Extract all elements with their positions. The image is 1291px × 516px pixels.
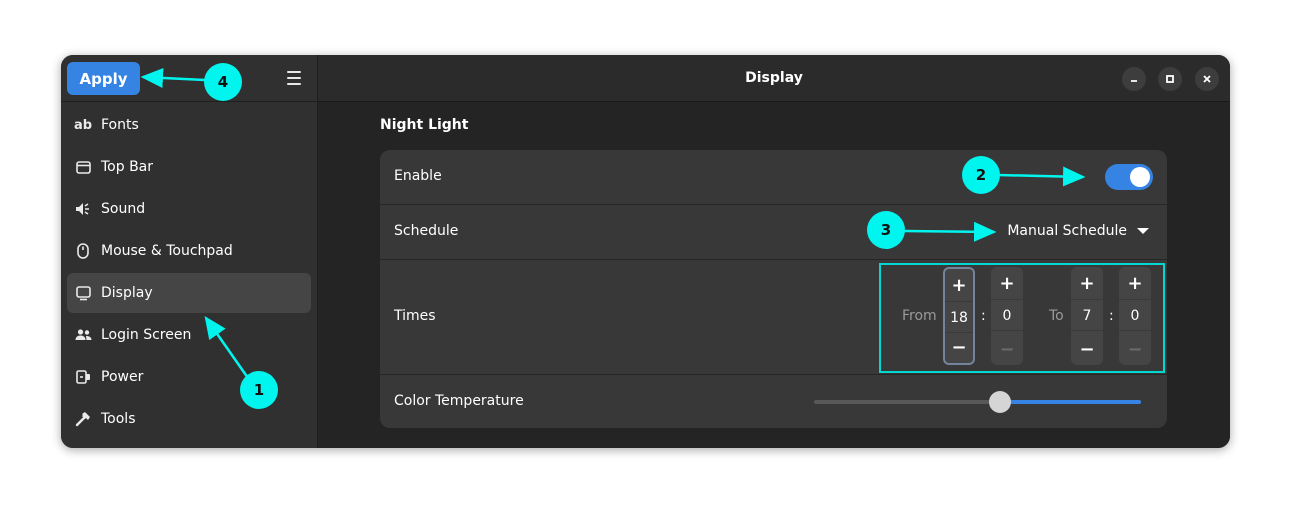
enable-label: Enable	[394, 168, 442, 184]
mouse-icon	[74, 242, 92, 260]
annotation-callout-3: 3	[867, 211, 905, 249]
sidebar-item-fonts[interactable]: ab Fonts	[67, 105, 311, 145]
sidebar-item-mouse-touchpad[interactable]: Mouse & Touchpad	[67, 231, 311, 271]
color-temperature-slider[interactable]	[814, 391, 1141, 413]
plug-icon	[74, 368, 92, 386]
monitor-icon	[74, 284, 92, 302]
maximize-button[interactable]	[1158, 67, 1182, 91]
users-icon	[74, 326, 92, 344]
minimize-button[interactable]	[1122, 67, 1146, 91]
header-bar: Display	[318, 55, 1230, 102]
sidebar-item-tools[interactable]: Tools	[67, 399, 311, 439]
schedule-dropdown[interactable]: Manual Schedule	[1007, 223, 1149, 239]
sidebar-item-top-bar[interactable]: Top Bar	[67, 147, 311, 187]
sidebar-item-label: Mouse & Touchpad	[101, 243, 233, 259]
sidebar-item-label: Display	[101, 285, 153, 301]
page-title: Display	[745, 70, 803, 86]
sidebar-item-label: Sound	[101, 201, 146, 217]
schedule-value: Manual Schedule	[1007, 223, 1127, 239]
speaker-icon	[74, 200, 92, 218]
hammer-icon	[74, 410, 92, 428]
slider-fill	[1000, 400, 1141, 404]
sidebar-item-login-screen[interactable]: Login Screen	[67, 315, 311, 355]
minimize-icon	[1131, 80, 1137, 82]
close-icon	[1203, 75, 1211, 83]
sidebar-item-label: Fonts	[101, 117, 139, 133]
section-title: Night Light	[380, 117, 469, 133]
sidebar-item-label: Tools	[101, 411, 136, 427]
sidebar-nav: ab Fonts Top Bar Sound Mouse & Touchpad	[61, 105, 317, 441]
enable-toggle[interactable]	[1105, 164, 1153, 190]
sidebar: Apply ab Fonts Top Bar Sound Mouse & Tou…	[61, 55, 318, 448]
annotation-callout-1: 1	[240, 371, 278, 409]
sidebar-item-display[interactable]: Display	[67, 273, 311, 313]
sidebar-item-label: Top Bar	[101, 159, 154, 175]
annotation-callout-4: 4	[204, 63, 242, 101]
color-temperature-label: Color Temperature	[394, 393, 524, 409]
sidebar-header: Apply	[61, 55, 317, 102]
color-temperature-row: Color Temperature	[380, 375, 1167, 428]
apply-button[interactable]: Apply	[67, 62, 140, 95]
schedule-label: Schedule	[394, 223, 459, 239]
sidebar-item-label: Power	[101, 369, 144, 385]
sidebar-item-label: Login Screen	[101, 327, 192, 343]
ab-text-icon: ab	[73, 117, 93, 133]
times-label: Times	[394, 308, 436, 324]
slider-handle[interactable]	[989, 391, 1011, 413]
enable-row: Enable	[380, 150, 1167, 205]
menu-icon[interactable]	[283, 69, 305, 87]
schedule-row: Schedule Manual Schedule	[380, 205, 1167, 260]
window-icon	[74, 158, 92, 176]
app-window: Apply ab Fonts Top Bar Sound Mouse & Tou…	[61, 55, 1230, 448]
annotation-callout-2: 2	[962, 156, 1000, 194]
chevron-down-icon	[1137, 228, 1149, 234]
close-button[interactable]	[1195, 67, 1219, 91]
sidebar-item-sound[interactable]: Sound	[67, 189, 311, 229]
maximize-icon	[1166, 75, 1174, 83]
times-highlight-box	[879, 263, 1165, 373]
main-content: Display Night Light Enable Schedule Manu…	[318, 55, 1230, 448]
